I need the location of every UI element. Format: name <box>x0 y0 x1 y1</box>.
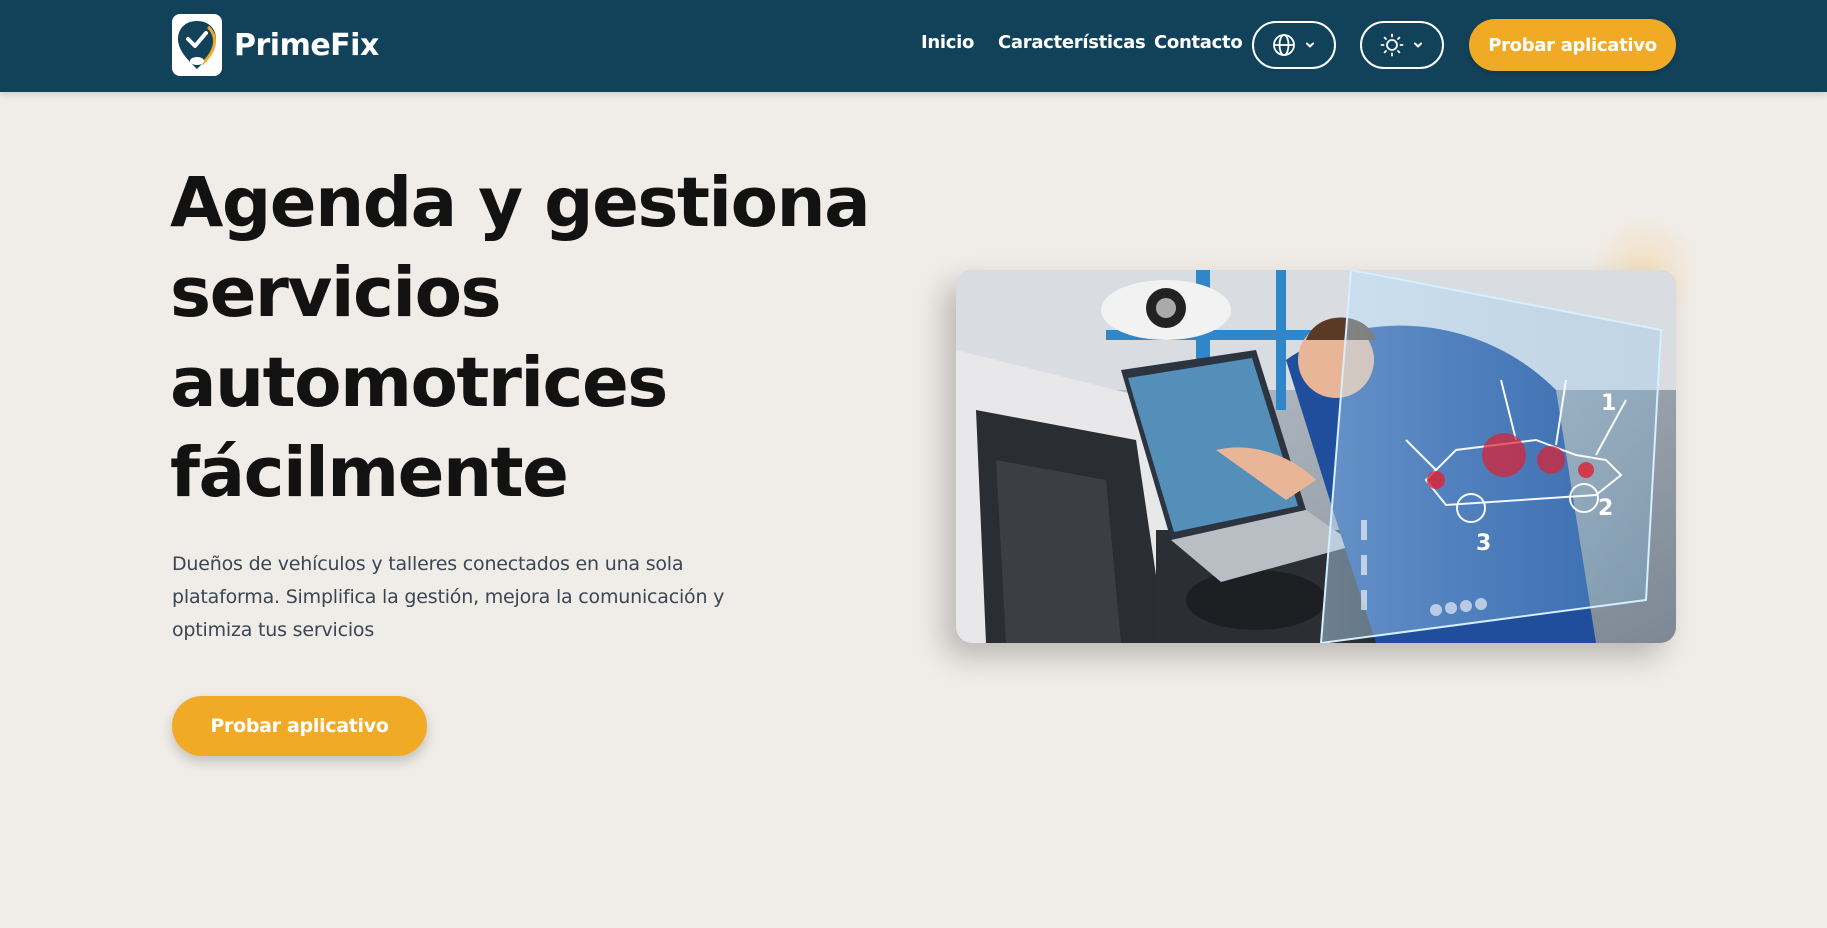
overlay-number-2: 2 <box>1598 496 1613 521</box>
hero-description: Dueños de vehículos y talleres conectado… <box>172 553 725 641</box>
try-app-nav-button[interactable]: Probar aplicativo <box>1469 19 1676 71</box>
top-navbar: PrimeFix Inicio Características Contacto <box>0 0 1827 92</box>
overlay-number-3: 3 <box>1476 531 1491 556</box>
overlay-number-1: 1 <box>1601 391 1616 416</box>
sun-icon <box>1380 33 1404 57</box>
theme-selector[interactable] <box>1360 21 1444 69</box>
brand-logo-link[interactable]: PrimeFix <box>172 14 379 76</box>
brand-name: PrimeFix <box>234 27 379 63</box>
hero-image: 1 2 3 <box>956 270 1676 643</box>
logo-icon <box>172 14 222 76</box>
nav-link-inicio[interactable]: Inicio <box>921 32 974 53</box>
mechanic-diagnostic-photo: 1 2 3 <box>956 270 1676 643</box>
nav-link-caracteristicas[interactable]: Características <box>998 32 1146 53</box>
try-app-hero-button[interactable]: Probar aplicativo <box>172 696 427 756</box>
globe-icon <box>1272 33 1296 57</box>
chevron-down-icon <box>1412 39 1424 51</box>
language-selector[interactable] <box>1252 21 1336 69</box>
nav-link-contacto[interactable]: Contacto <box>1154 32 1243 53</box>
hero-title: Agenda y gestiona servicios automotrices… <box>170 163 871 513</box>
chevron-down-icon <box>1304 39 1316 51</box>
